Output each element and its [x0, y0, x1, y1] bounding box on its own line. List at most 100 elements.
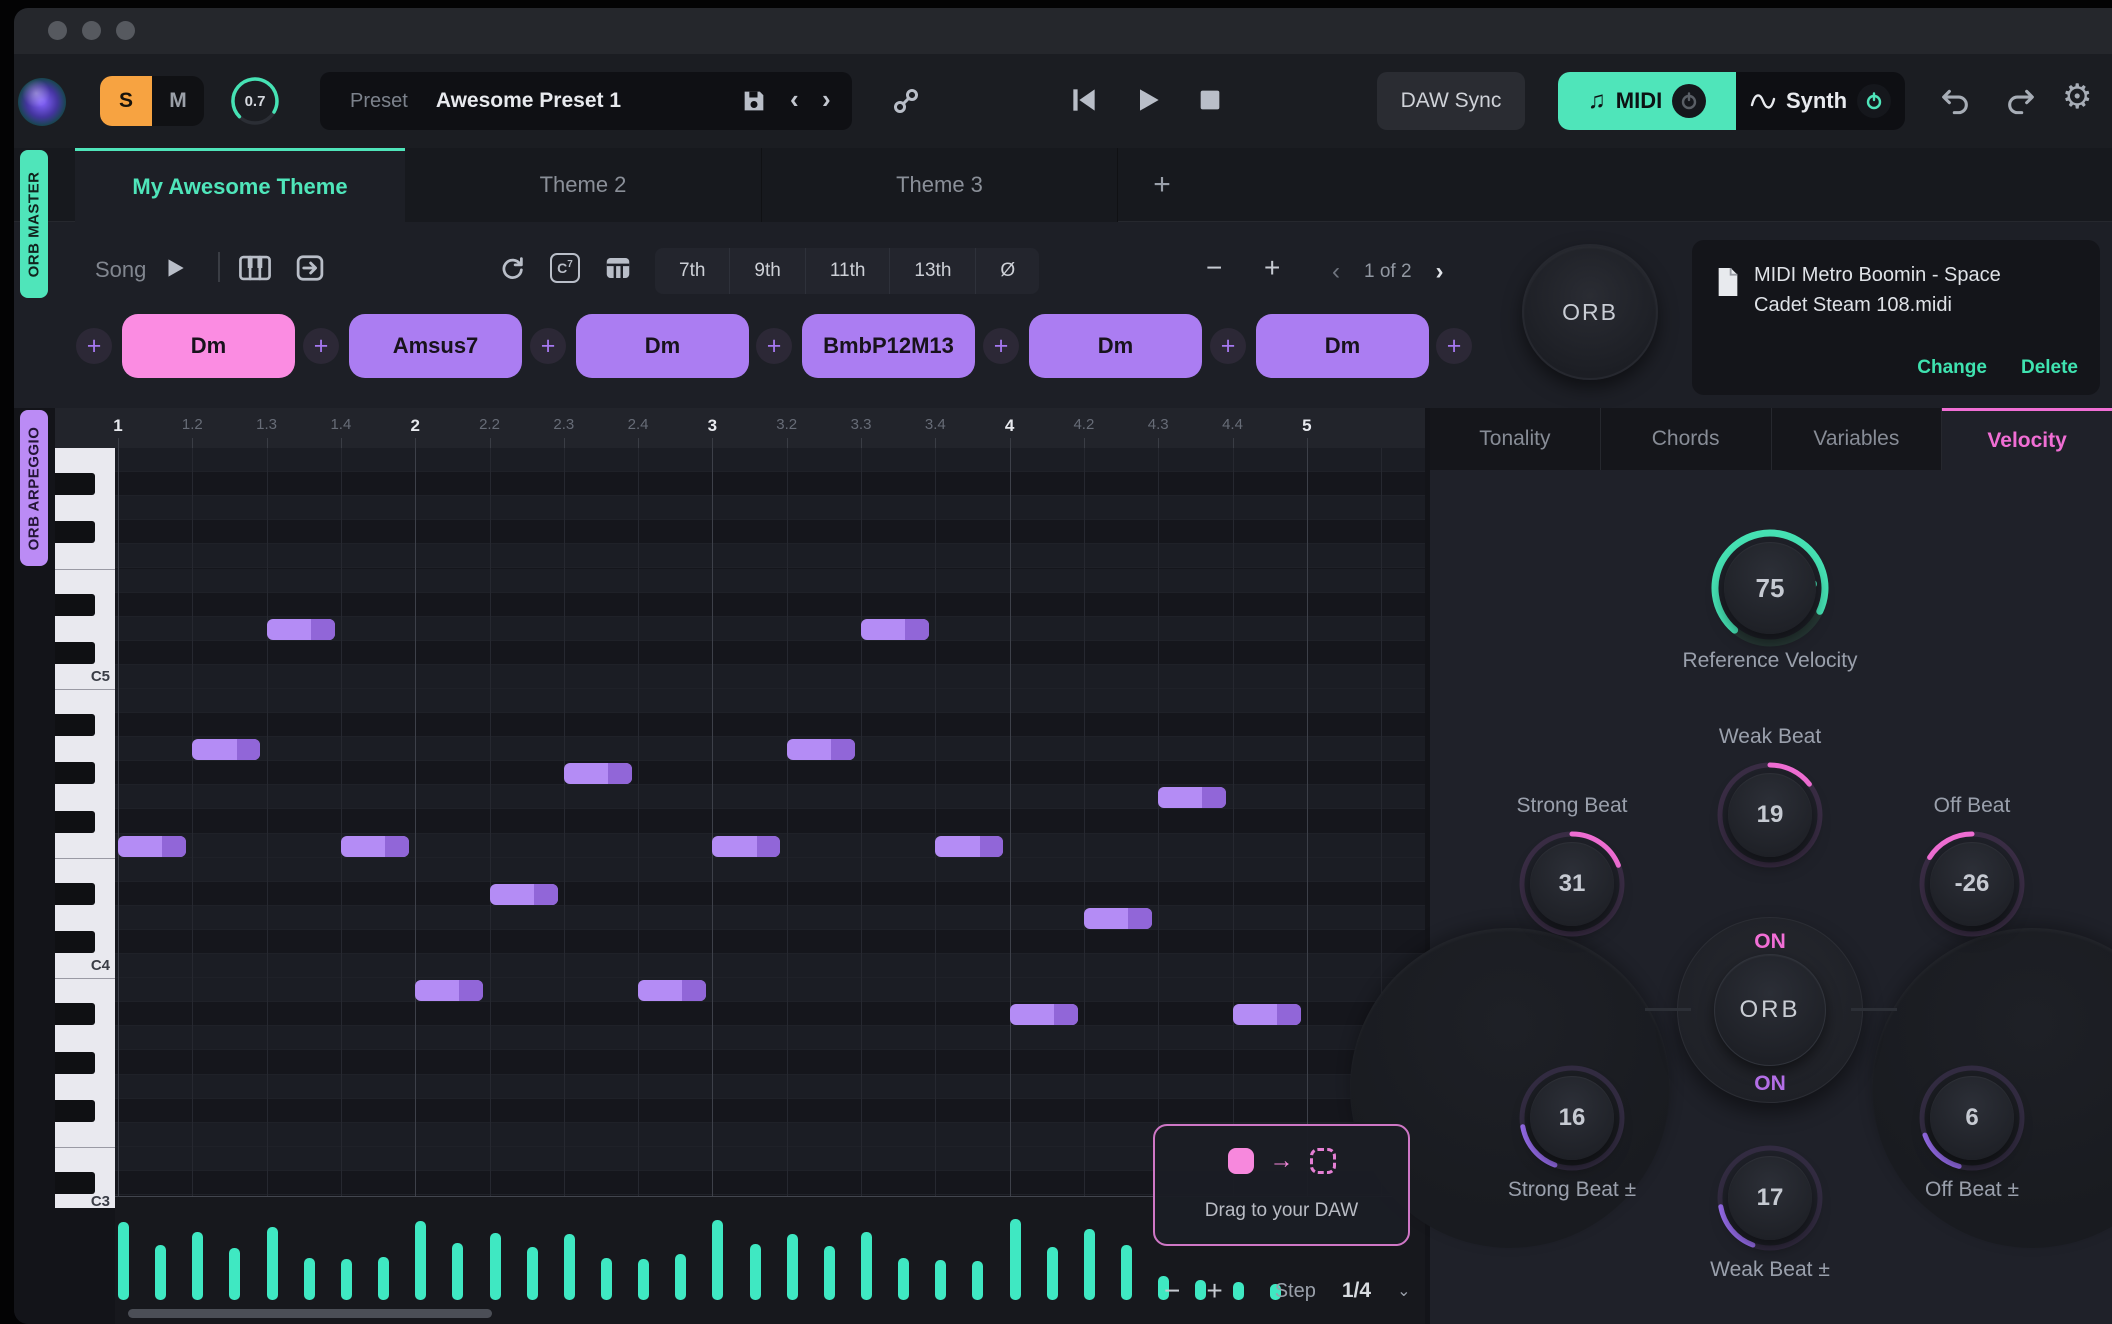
- velocity-bar[interactable]: [192, 1232, 203, 1300]
- midi-note[interactable]: [564, 763, 632, 784]
- ext-13th[interactable]: 13th: [889, 248, 975, 294]
- black-key[interactable]: [55, 714, 95, 736]
- window-titlebar[interactable]: [14, 8, 2112, 54]
- tab-velocity[interactable]: Velocity: [1942, 408, 2112, 470]
- velocity-bar[interactable]: [267, 1227, 278, 1300]
- orb-arpeggio-tag[interactable]: ORB ARPEGGIO: [20, 410, 48, 566]
- midi-note[interactable]: [712, 836, 780, 857]
- preset-next-icon[interactable]: ›: [822, 86, 831, 112]
- on-toggle-top[interactable]: ON: [1670, 930, 1870, 954]
- add-chord-button[interactable]: +: [756, 328, 792, 364]
- tab-variables[interactable]: Variables: [1772, 408, 1943, 470]
- midi-note[interactable]: [118, 836, 186, 857]
- weak-beat-range-knob[interactable]: 17: [1710, 1138, 1830, 1258]
- piano-icon[interactable]: [238, 253, 272, 283]
- midi-note[interactable]: [192, 739, 260, 760]
- ext-none[interactable]: Ø: [975, 248, 1039, 294]
- black-key[interactable]: [55, 521, 95, 543]
- zoom-window-icon[interactable]: [116, 21, 135, 40]
- settings-gear-icon[interactable]: ⚙: [2062, 80, 2092, 114]
- velocity-bar[interactable]: [750, 1244, 761, 1300]
- undo-icon[interactable]: [1938, 85, 1972, 119]
- synth-power-icon[interactable]: [1857, 84, 1891, 118]
- black-key[interactable]: [55, 642, 95, 664]
- piano-roll-grid[interactable]: [115, 448, 1425, 1196]
- midi-note[interactable]: [787, 739, 855, 760]
- velocity-bar[interactable]: [675, 1254, 686, 1300]
- black-key[interactable]: [55, 1003, 95, 1025]
- step-value-dropdown[interactable]: 1/4: [1342, 1279, 1371, 1303]
- velocity-bar[interactable]: [898, 1258, 909, 1300]
- preset-selector[interactable]: Preset Awesome Preset 1 ‹ ›: [320, 72, 852, 130]
- save-preset-icon[interactable]: [740, 87, 768, 115]
- velocity-bar[interactable]: [972, 1261, 983, 1300]
- tab-theme-2[interactable]: Theme 2: [405, 148, 762, 222]
- black-key[interactable]: [55, 1100, 95, 1122]
- preset-prev-icon[interactable]: ‹: [790, 86, 799, 112]
- velocity-bar[interactable]: [638, 1259, 649, 1300]
- black-key[interactable]: [55, 883, 95, 905]
- velocity-bar[interactable]: [229, 1248, 240, 1300]
- velocity-bar[interactable]: [935, 1260, 946, 1300]
- master-volume-knob[interactable]: 0.7: [229, 75, 281, 127]
- black-key[interactable]: [55, 931, 95, 953]
- midi-note[interactable]: [1233, 1004, 1301, 1025]
- weak-beat-knob[interactable]: 19: [1710, 755, 1830, 875]
- stop-button[interactable]: [1194, 84, 1226, 116]
- piano-keys-column[interactable]: C5C4C3: [55, 448, 115, 1208]
- black-key[interactable]: [55, 1052, 95, 1074]
- midi-note[interactable]: [490, 884, 558, 905]
- ext-7th[interactable]: 7th: [655, 248, 729, 294]
- velocity-bar[interactable]: [861, 1232, 872, 1300]
- timeline-ruler[interactable]: 11.21.31.422.22.32.433.23.33.444.24.34.4…: [55, 408, 1425, 448]
- step-plus-button[interactable]: +: [1206, 1277, 1222, 1305]
- strong-beat-range-knob[interactable]: 16: [1512, 1058, 1632, 1178]
- velocity-bar[interactable]: [155, 1245, 166, 1300]
- velocity-bar[interactable]: [118, 1222, 129, 1300]
- song-play-icon[interactable]: [162, 255, 188, 281]
- velocity-bar[interactable]: [824, 1246, 835, 1300]
- tab-tonality[interactable]: Tonality: [1430, 408, 1601, 470]
- export-arrow-icon[interactable]: [294, 253, 326, 283]
- link-icon[interactable]: [890, 85, 922, 117]
- velocity-bar[interactable]: [787, 1234, 798, 1300]
- chord-slot-button[interactable]: BmbP12M13: [802, 314, 975, 378]
- add-theme-button[interactable]: +: [1132, 148, 1192, 222]
- midi-note[interactable]: [1084, 908, 1152, 929]
- midi-note[interactable]: [935, 836, 1003, 857]
- add-chord-button[interactable]: +: [76, 328, 112, 364]
- daw-sync-button[interactable]: DAW Sync: [1377, 72, 1525, 130]
- add-chord-button[interactable]: +: [530, 328, 566, 364]
- chord-slot-button[interactable]: Dm: [1029, 314, 1202, 378]
- ext-9th[interactable]: 9th: [729, 248, 804, 294]
- midi-note[interactable]: [1158, 787, 1226, 808]
- midi-note[interactable]: [861, 619, 929, 640]
- chord-slot-button[interactable]: Amsus7: [349, 314, 522, 378]
- bars-minus-button[interactable]: −: [1206, 254, 1222, 282]
- page-next-icon[interactable]: ›: [1436, 258, 1444, 286]
- velocity-bar[interactable]: [341, 1259, 352, 1300]
- add-chord-button[interactable]: +: [1210, 328, 1246, 364]
- chord-type-icon[interactable]: C7: [550, 253, 580, 283]
- orb-master-tag[interactable]: ORB MASTER: [20, 150, 48, 298]
- play-button[interactable]: [1132, 84, 1164, 116]
- strong-beat-knob[interactable]: 31: [1512, 824, 1632, 944]
- mute-button[interactable]: M: [152, 76, 204, 126]
- close-window-icon[interactable]: [48, 21, 67, 40]
- velocity-bar[interactable]: [378, 1257, 389, 1300]
- tab-chords[interactable]: Chords: [1601, 408, 1772, 470]
- tab-theme-1[interactable]: My Awesome Theme: [75, 148, 405, 222]
- minimize-window-icon[interactable]: [82, 21, 101, 40]
- solo-button[interactable]: S: [100, 76, 152, 126]
- black-key[interactable]: [55, 594, 95, 616]
- black-key[interactable]: [55, 473, 95, 495]
- on-toggle-bottom[interactable]: ON: [1670, 1072, 1870, 1096]
- velocity-bar[interactable]: [1084, 1229, 1095, 1300]
- velocity-bar[interactable]: [601, 1258, 612, 1300]
- orb-center-button[interactable]: ORB: [1714, 954, 1826, 1066]
- rewind-button[interactable]: [1068, 84, 1100, 116]
- velocity-bar[interactable]: [1047, 1247, 1058, 1300]
- grid-view-icon[interactable]: [602, 253, 634, 283]
- velocity-bar[interactable]: [452, 1243, 463, 1300]
- velocity-bar[interactable]: [527, 1247, 538, 1300]
